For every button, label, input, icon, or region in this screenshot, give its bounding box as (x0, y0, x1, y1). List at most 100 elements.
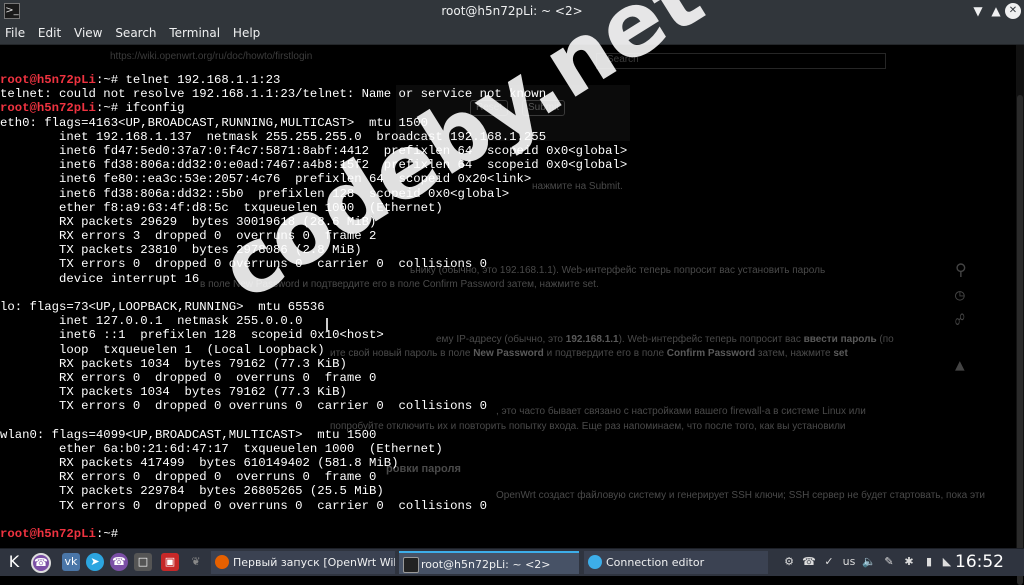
viber-tray-icon[interactable]: ☎ (801, 554, 817, 570)
window-title: root@h5n72pLi: ~ <2> (441, 4, 583, 18)
terminal-line: eth0: flags=4163<UP,BROADCAST,RUNNING,MU… (0, 116, 627, 130)
terminal-text: ether 6a:b0:21:6d:47:17 txqueuelen 1000 … (0, 441, 443, 456)
terminal-text: lo: flags=73<UP,LOOPBACK,RUNNING> mtu 65… (0, 300, 325, 314)
telegram-icon[interactable]: ➤ (86, 553, 104, 571)
terminal-text: loop txqueuelen 1 (Local Loopback) (0, 342, 325, 357)
terminal-line: RX errors 0 dropped 0 overruns 0 frame 0 (0, 371, 627, 385)
terminal-line: TX errors 0 dropped 0 overruns 0 carrier… (0, 499, 627, 513)
terminal-line: TX packets 23810 bytes 2978086 (2.8 MiB) (0, 243, 627, 257)
terminal-text: TX errors 0 dropped 0 overruns 0 carrier… (0, 257, 488, 272)
firefox-icon (215, 555, 229, 569)
volume-icon[interactable]: 🔈 (861, 554, 877, 570)
terminal-line: TX errors 0 dropped 0 overruns 0 carrier… (0, 257, 627, 271)
kde-menu-icon[interactable]: K (5, 553, 23, 571)
terminal-line: RX packets 1034 bytes 79162 (77.3 KiB) (0, 357, 627, 371)
mouse-ibeam-cursor (326, 318, 328, 332)
task-label: Connection editor (606, 556, 705, 569)
close-icon[interactable]: ✕ (1005, 3, 1021, 19)
ghost-up-icon: ▲ (955, 355, 965, 374)
terminal-text: inet6 fd47:5ed0:37a7:0:f4c7:5871:8abf:44… (0, 143, 628, 158)
terminal-text: inet 127.0.0.1 netmask 255.0.0.0 (0, 314, 303, 329)
terminal-line: TX packets 229784 bytes 26805265 (25.5 M… (0, 484, 627, 498)
terminal-text: TX packets 23810 bytes 2978086 (2.8 MiB) (0, 243, 362, 258)
terminal-line: root@h5n72pLi:~# ifconfig (0, 101, 627, 115)
menu-file[interactable]: File (0, 22, 29, 40)
viber-icon[interactable]: ☎ (31, 553, 51, 573)
menu-search[interactable]: Search (110, 22, 160, 40)
updates-icon[interactable]: ✓ (821, 554, 837, 570)
task-label: Первый запуск [OpenWrt Wiki] - ... (233, 556, 395, 569)
terminal-line: inet6 fd38:806a:dd32::5b0 prefixlen 128 … (0, 187, 627, 201)
terminal-line: root@h5n72pLi:~# (0, 527, 627, 541)
wifi-icon[interactable]: ◣ (939, 554, 955, 570)
terminal-text: :~# telnet 192.168.1.1:23 (95, 73, 281, 87)
terminal-area[interactable]: https://wiki.openwrt.org/ru/doc/howto/fi… (0, 45, 1024, 548)
terminal-line: ether f8:a9:63:4f:d8:5c txqueuelen 1000 … (0, 201, 627, 215)
ghost-clock-icon: ◷ (955, 285, 965, 304)
terminal-line: inet 127.0.0.1 netmask 255.0.0.0 (0, 314, 627, 328)
terminal-text: telnet: could not resolve 192.168.1.1:23… (0, 87, 547, 102)
ghost-url: https://wiki.openwrt.org/ru/doc/howto/fi… (110, 51, 313, 62)
terminal-line: telnet: could not resolve 192.168.1.1:23… (0, 87, 627, 101)
menu-view[interactable]: View (69, 22, 106, 40)
shell-prompt: root@h5n72pLi (0, 527, 96, 541)
terminal-text: ether f8:a9:63:4f:d8:5c txqueuelen 1000 … (0, 200, 443, 215)
shell-prompt: root@h5n72pLi (0, 101, 96, 116)
keyboard-layout[interactable]: us (840, 554, 858, 570)
battery-icon[interactable]: ▮ (921, 554, 937, 570)
terminal-line: inet6 fd47:5ed0:37a7:0:f4c7:5871:8abf:44… (0, 144, 627, 158)
terminal-text: TX packets 1034 bytes 79162 (77.3 KiB) (0, 385, 347, 400)
task-connection-editor[interactable]: Connection editor (584, 551, 768, 574)
taskbar: K ☎ vk ➤ ☎ □ ▣ ❦ Первый запуск [OpenWrt … (0, 548, 1024, 576)
task-firefox[interactable]: Первый запуск [OpenWrt Wiki] - ... (211, 551, 395, 574)
terminal-line: TX errors 0 dropped 0 overruns 0 carrier… (0, 399, 627, 413)
terminal-text: RX errors 0 dropped 0 overruns 0 frame 0 (0, 370, 377, 385)
ghost-link-icon: ☍ (955, 310, 965, 329)
terminal-line: lo: flags=73<UP,LOOPBACK,RUNNING> mtu 65… (0, 300, 627, 314)
terminal-line: root@h5n72pLi:~# telnet 192.168.1.1:23 (0, 73, 627, 87)
terminal-line: loop txqueuelen 1 (Local Loopback) (0, 343, 627, 357)
terminal-text: eth0: flags=4163<UP,BROADCAST,RUNNING,MU… (0, 115, 429, 130)
terminal-text: :~# ifconfig (95, 101, 185, 116)
menu-help[interactable]: Help (228, 22, 264, 40)
terminal-text: inet6 fd38:806a:dd32:0:e0ad:7467:a4b8:15… (0, 158, 628, 173)
terminal-text: RX packets 1034 bytes 79162 (77.3 KiB) (0, 356, 347, 371)
terminal-launcher-icon[interactable]: □ (134, 553, 152, 571)
vk-icon[interactable]: vk (62, 553, 80, 571)
task-label: root@h5n72pLi: ~ <2> (421, 558, 551, 571)
app-red-icon[interactable]: ▣ (161, 553, 179, 571)
terminal-line: inet6 ::1 prefixlen 128 scopeid 0x10<hos… (0, 328, 627, 342)
clock[interactable]: 16:52 (955, 552, 1004, 572)
menu-edit[interactable]: Edit (33, 22, 65, 40)
terminal-line: inet6 fd38:806a:dd32:0:e0ad:7467:a4b8:15… (0, 158, 627, 172)
clipboard-icon[interactable]: ✎ (881, 554, 897, 570)
window-titlebar[interactable]: >_ root@h5n72pLi: ~ <2> ▼ ▲ ✕ (0, 0, 1024, 22)
terminal-line: inet6 fe80::ea3c:53e:2057:4c76 prefixlen… (0, 172, 627, 186)
terminal-icon (403, 557, 419, 573)
minimize-icon[interactable]: ▼ (970, 3, 986, 19)
terminal-text: inet6 fd38:806a:dd32::5b0 prefixlen 128 … (0, 186, 510, 201)
scrollbar-thumb[interactable] (1017, 95, 1023, 585)
terminal-text: RX errors 0 dropped 0 overruns 0 frame 0 (0, 470, 377, 485)
terminal-line: RX errors 3 dropped 0 overruns 0 frame 2 (0, 229, 627, 243)
maximize-icon[interactable]: ▲ (988, 3, 1004, 19)
terminal-text: :~# (95, 527, 126, 541)
shell-prompt: root@h5n72pLi (0, 73, 96, 87)
ghost-search-icon: ⚲ (955, 260, 967, 279)
terminal-text: RX packets 29629 bytes 30019618 (28.6 Mi… (0, 214, 377, 229)
bird-icon[interactable]: ❦ (187, 553, 205, 571)
viber-small-icon[interactable]: ☎ (110, 553, 128, 571)
terminal-scrollbar[interactable] (1016, 45, 1024, 585)
menu-bar: File Edit View Search Terminal Help (0, 22, 1024, 45)
terminal-text: RX packets 417499 bytes 610149402 (581.8… (0, 456, 399, 471)
terminal-line: RX packets 417499 bytes 610149402 (581.8… (0, 456, 627, 470)
terminal-text: inet 192.168.1.137 netmask 255.255.255.0… (0, 129, 547, 144)
terminal-text: device interrupt 16 (0, 271, 200, 286)
toolbox-icon[interactable]: ⚙ (781, 554, 797, 570)
terminal-line: TX packets 1034 bytes 79162 (77.3 KiB) (0, 385, 627, 399)
menu-terminal[interactable]: Terminal (164, 22, 224, 40)
bluetooth-icon[interactable]: ✱ (901, 554, 917, 570)
task-terminal[interactable]: root@h5n72pLi: ~ <2> (399, 551, 579, 574)
